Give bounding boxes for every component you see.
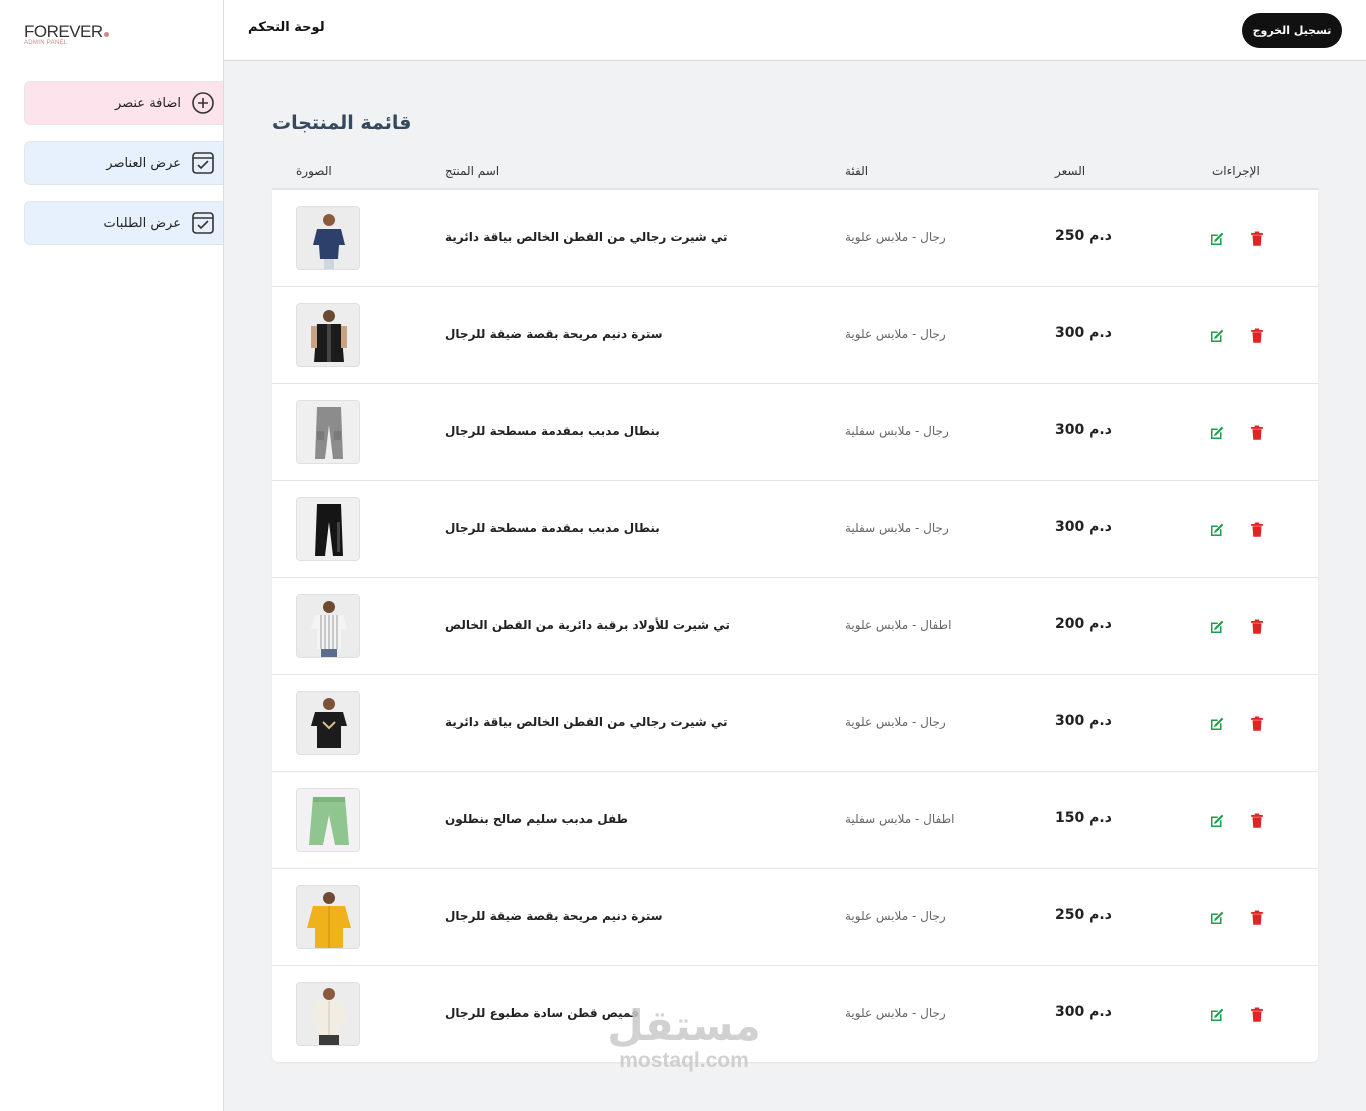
product-price: 300 د.م [1055,422,1112,438]
product-category: اطفال - ملابس علوية [845,618,952,632]
delete-icon[interactable] [1248,327,1266,345]
product-price: 300 د.م [1055,325,1112,341]
edit-icon[interactable] [1208,909,1226,927]
checkbox-icon [191,211,215,235]
product-category: اطفال - ملابس سفلية [845,812,955,826]
edit-icon[interactable] [1208,1006,1226,1024]
checkbox-icon [191,151,215,175]
product-name: تي شيرت للأولاد برقبة دائرية من القطن ال… [445,618,730,632]
table-row: بنطال مدبب بمقدمة مسطحة للرجال رجال - ملا… [272,384,1318,481]
product-table: تي شيرت رجالي من القطن الخالص بياقة دائر… [272,190,1318,1062]
edit-icon[interactable] [1208,327,1226,345]
product-image [296,303,360,367]
product-image [296,982,360,1046]
delete-icon[interactable] [1248,230,1266,248]
plus-circle-icon [191,91,215,115]
product-image [296,691,360,755]
top-bar: لوحة التحكم تسجيل الخروج [224,0,1366,61]
product-name: تي شيرت رجالي من القطن الخالص بياقة دائر… [445,715,728,729]
product-category: رجال - ملابس علوية [845,230,946,244]
table-row: سترة دنيم مريحة بقصة ضيقة للرجال رجال - م… [272,287,1318,384]
product-category: رجال - ملابس علوية [845,909,946,923]
product-price: 300 د.م [1055,1004,1112,1020]
product-price: 250 د.م [1055,907,1112,923]
product-category: رجال - ملابس علوية [845,327,946,341]
product-name: سترة دنيم مريحة بقصة ضيقة للرجال [445,909,663,923]
sidebar: FOREVER ADMIN PANEL اضافة عنصر عرض العنا… [0,0,224,1111]
product-image [296,885,360,949]
table-header: الصورة اسم المنتج الفئة السعر الإجراءات [272,154,1318,190]
table-row: تي شيرت رجالي من القطن الخالص بياقة دائر… [272,675,1318,772]
page-title: قائمة المنتجات [272,112,412,134]
watermark: مستقل mostaql.com [598,1005,770,1073]
watermark-arabic: مستقل [607,1001,761,1050]
table-row: سترة دنيم مريحة بقصة ضيقة للرجال رجال - م… [272,869,1318,966]
column-header-actions: الإجراءات [1212,164,1260,178]
delete-icon[interactable] [1248,909,1266,927]
sidebar-item-label: عرض الطلبات [103,215,181,231]
table-row: طفل مدبب سليم صالح بنطلون اطفال - ملابس س… [272,772,1318,869]
product-name: تي شيرت رجالي من القطن الخالص بياقة دائر… [445,230,728,244]
column-header-name: اسم المنتج [445,164,500,178]
brand-dot [103,32,109,37]
edit-icon[interactable] [1208,521,1226,539]
edit-icon[interactable] [1208,230,1226,248]
edit-icon[interactable] [1208,715,1226,733]
product-image [296,788,360,852]
table-row: بنطال مدبب بمقدمة مسطحة للرجال رجال - ملا… [272,481,1318,578]
product-price: 250 د.م [1055,228,1112,244]
product-category: رجال - ملابس علوية [845,715,946,729]
product-name: بنطال مدبب بمقدمة مسطحة للرجال [445,424,660,438]
table-row: تي شيرت رجالي من القطن الخالص بياقة دائر… [272,190,1318,287]
product-price: 300 د.م [1055,519,1112,535]
edit-icon[interactable] [1208,812,1226,830]
sidebar-item-orders[interactable]: عرض الطلبات [24,201,223,245]
delete-icon[interactable] [1248,715,1266,733]
product-image [296,594,360,658]
sidebar-item-label: عرض العناصر [106,155,181,171]
product-name: سترة دنيم مريحة بقصة ضيقة للرجال [445,327,663,341]
column-header-image: الصورة [296,164,332,178]
brand-name: FOREVER [24,22,103,41]
sidebar-item-label: اضافة عنصر [114,95,181,111]
brand-logo[interactable]: FOREVER ADMIN PANEL [24,22,109,46]
delete-icon[interactable] [1248,618,1266,636]
product-name: بنطال مدبب بمقدمة مسطحة للرجال [445,521,660,535]
product-category: رجال - ملابس علوية [845,1006,946,1020]
delete-icon[interactable] [1248,1006,1266,1024]
product-image [296,400,360,464]
product-image [296,497,360,561]
delete-icon[interactable] [1248,424,1266,442]
product-price: 150 د.م [1055,810,1112,826]
table-row: تي شيرت للأولاد برقبة دائرية من القطن ال… [272,578,1318,675]
watermark-latin: mostaql.com [619,1049,749,1072]
dashboard-title: لوحة التحكم [248,20,325,35]
product-category: رجال - ملابس سفلية [845,424,949,438]
delete-icon[interactable] [1248,812,1266,830]
product-image [296,206,360,270]
sidebar-item-list[interactable]: عرض العناصر [24,141,223,185]
product-price: 200 د.م [1055,616,1112,632]
edit-icon[interactable] [1208,424,1226,442]
column-header-price: السعر [1055,164,1086,178]
column-header-category: الفئة [845,164,869,178]
delete-icon[interactable] [1248,521,1266,539]
product-name: طفل مدبب سليم صالح بنطلون [445,812,628,826]
sidebar-item-add[interactable]: اضافة عنصر [24,81,223,125]
product-price: 300 د.م [1055,713,1112,729]
logout-button[interactable]: تسجيل الخروج [1242,13,1342,48]
edit-icon[interactable] [1208,618,1226,636]
product-category: رجال - ملابس سفلية [845,521,949,535]
table-row: قميص قطن سادة مطبوع للرجال رجال - ملابس ع… [272,966,1318,1063]
